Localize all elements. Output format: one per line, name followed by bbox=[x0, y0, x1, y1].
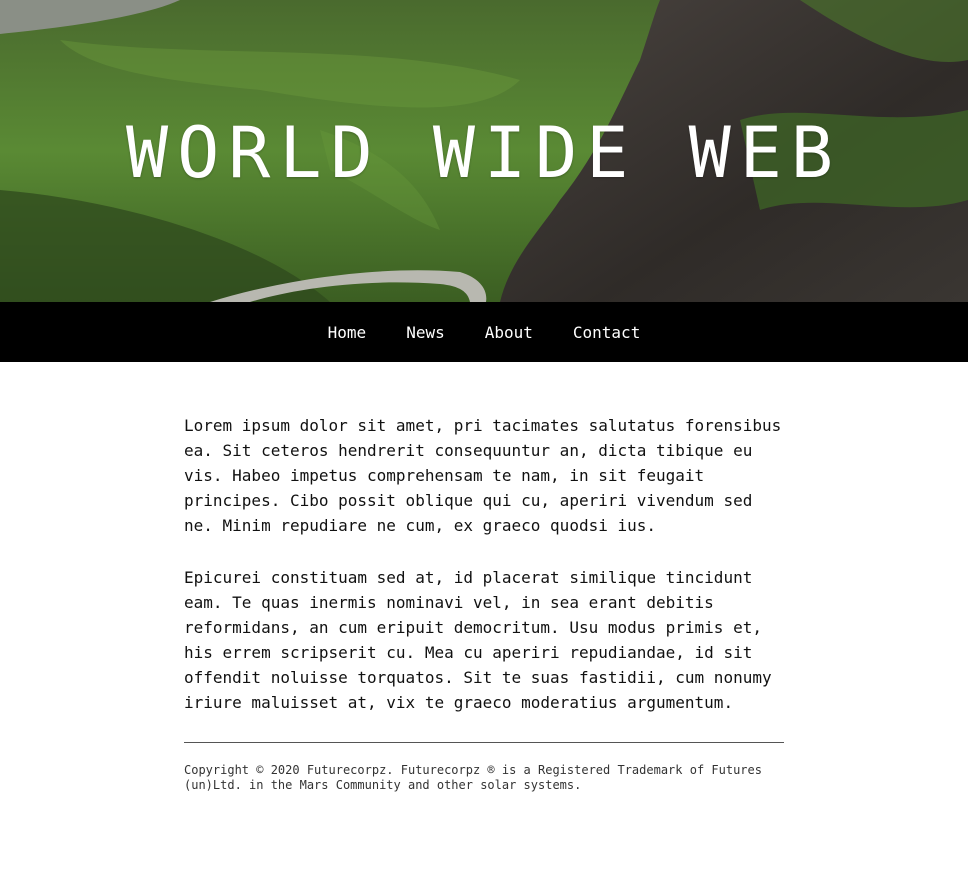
hero-banner: WORLD WIDE WEB bbox=[0, 0, 968, 302]
nav-item-home[interactable]: Home bbox=[328, 323, 367, 342]
nav-item-news[interactable]: News bbox=[406, 323, 445, 342]
nav-item-about[interactable]: About bbox=[485, 323, 533, 342]
copyright-text: Copyright © 2020 Futurecorpz. Futurecorp… bbox=[184, 763, 762, 792]
nav-item-contact[interactable]: Contact bbox=[573, 323, 640, 342]
main-content: Lorem ipsum dolor sit amet, pri tacimate… bbox=[184, 362, 784, 715]
main-nav: Home News About Contact bbox=[0, 302, 968, 362]
content-paragraph-1: Lorem ipsum dolor sit amet, pri tacimate… bbox=[184, 416, 782, 535]
site-title: WORLD WIDE WEB bbox=[125, 112, 842, 194]
page-footer: Copyright © 2020 Futurecorpz. Futurecorp… bbox=[184, 742, 784, 793]
content-paragraph-2: Epicurei constituam sed at, id placerat … bbox=[184, 568, 772, 712]
